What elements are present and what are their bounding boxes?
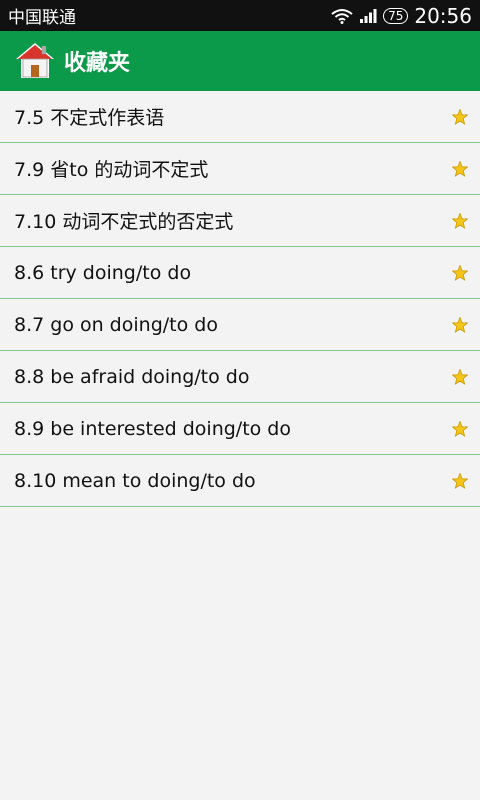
star-icon[interactable] xyxy=(452,368,468,385)
battery-indicator: 75 xyxy=(383,7,409,24)
list-item-label: 7.10 动词不定式的否定式 xyxy=(14,211,234,233)
list-item-label: 8.10 mean to doing/to do xyxy=(14,469,256,492)
clock: 20:56 xyxy=(414,3,472,28)
app-bar: 收藏夹 xyxy=(0,31,480,91)
home-icon[interactable] xyxy=(14,40,56,82)
star-icon[interactable] xyxy=(452,212,468,229)
list-item[interactable]: 8.9 be interested doing/to do xyxy=(0,403,480,455)
status-bar: 中国联通 75 20:56 xyxy=(0,0,480,31)
star-icon[interactable] xyxy=(452,316,468,333)
list-item-label: 7.5 不定式作表语 xyxy=(14,107,165,129)
carrier-label: 中国联通 xyxy=(8,8,76,28)
star-icon[interactable] xyxy=(452,472,468,489)
favorites-list: 7.5 不定式作表语 7.9 省to 的动词不定式 7.10 动词不定式的否定式… xyxy=(0,91,480,507)
list-item-label: 7.9 省to 的动词不定式 xyxy=(14,159,209,181)
page-title: 收藏夹 xyxy=(64,51,131,76)
list-item[interactable]: 7.5 不定式作表语 xyxy=(0,91,480,143)
status-icons: 75 20:56 xyxy=(331,4,472,28)
list-item[interactable]: 7.10 动词不定式的否定式 xyxy=(0,195,480,247)
signal-icon xyxy=(360,8,377,23)
list-item-label: 8.8 be afraid doing/to do xyxy=(14,365,250,388)
list-item[interactable]: 8.6 try doing/to do xyxy=(0,247,480,299)
star-icon[interactable] xyxy=(452,160,468,177)
wifi-icon xyxy=(331,8,353,24)
list-item[interactable]: 8.8 be afraid doing/to do xyxy=(0,351,480,403)
list-item[interactable]: 8.7 go on doing/to do xyxy=(0,299,480,351)
list-item[interactable]: 8.10 mean to doing/to do xyxy=(0,455,480,507)
list-item-label: 8.9 be interested doing/to do xyxy=(14,417,291,440)
list-item-label: 8.7 go on doing/to do xyxy=(14,313,218,336)
list-item-label: 8.6 try doing/to do xyxy=(14,261,192,284)
star-icon[interactable] xyxy=(452,108,468,125)
star-icon[interactable] xyxy=(452,264,468,281)
list-item[interactable]: 7.9 省to 的动词不定式 xyxy=(0,143,480,195)
star-icon[interactable] xyxy=(452,420,468,437)
